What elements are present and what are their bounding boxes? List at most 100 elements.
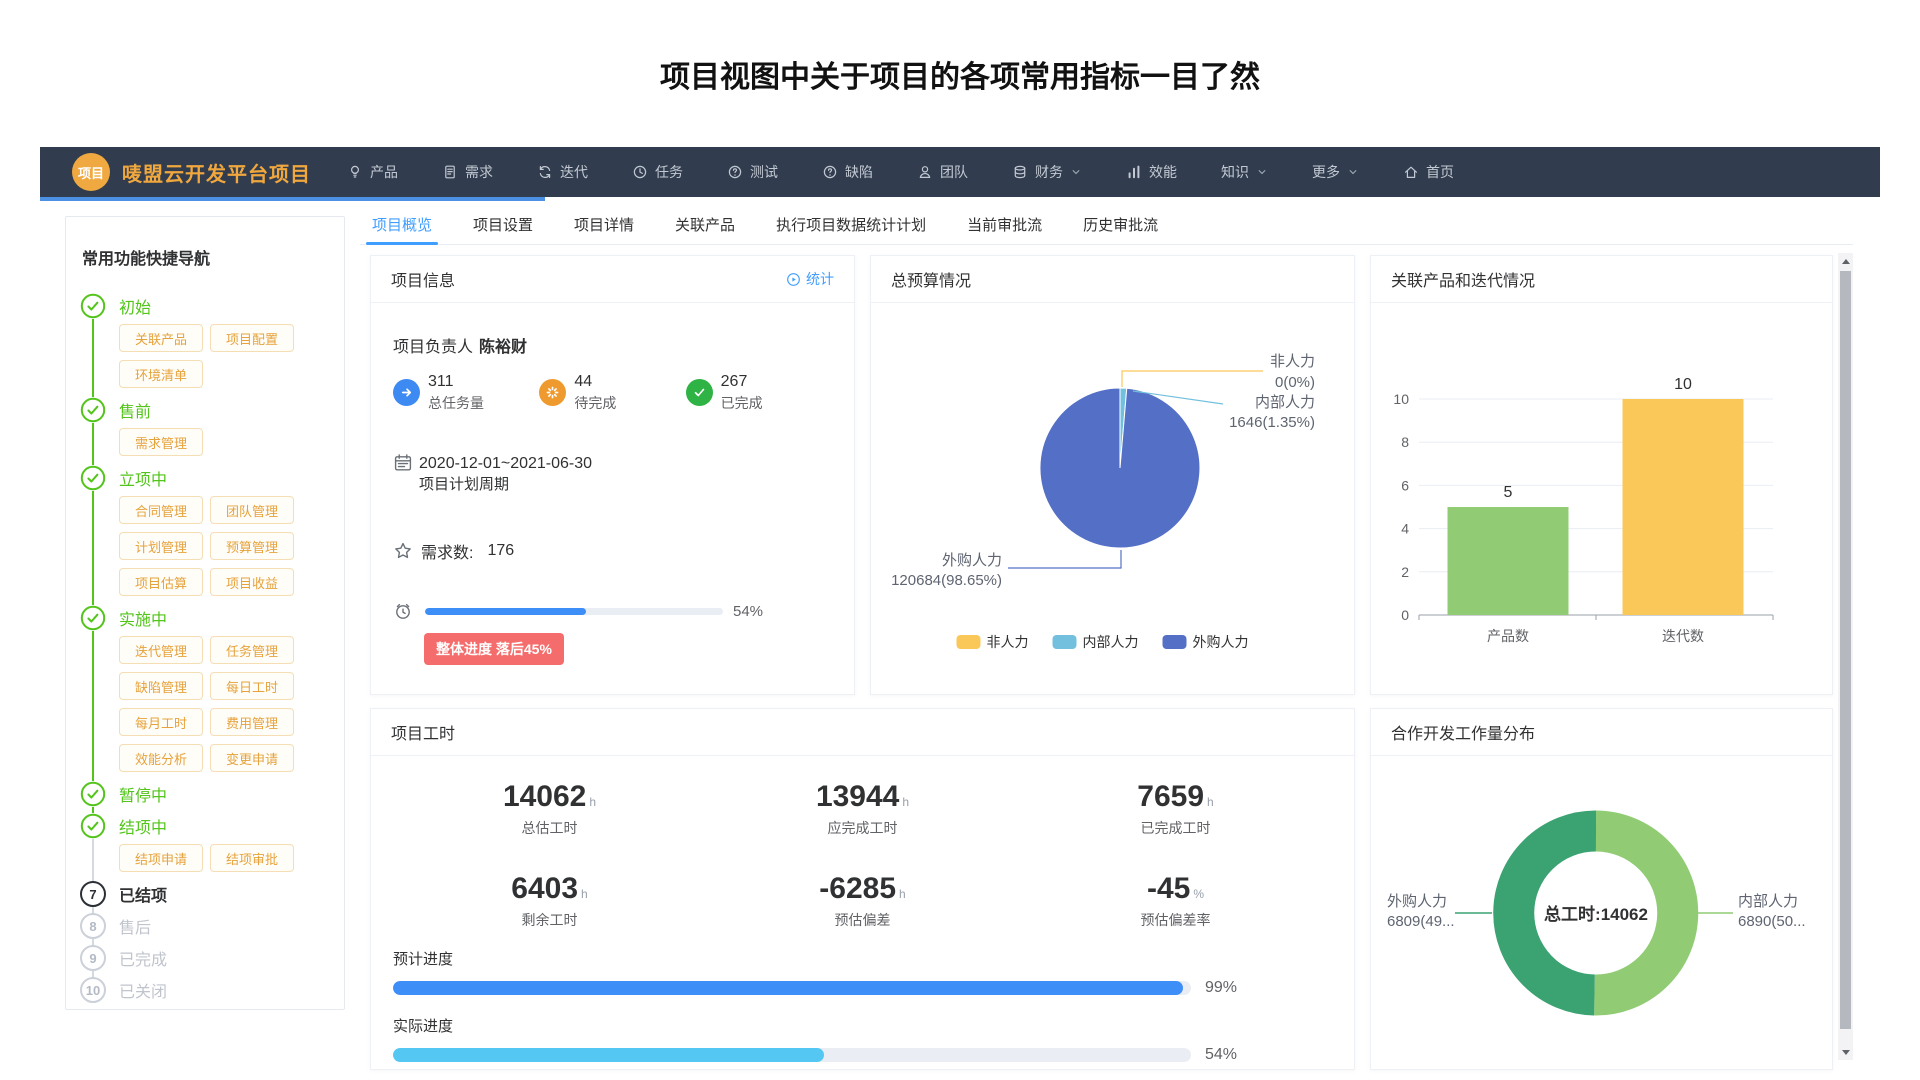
nav-item-team[interactable]: 团队 <box>917 162 968 182</box>
quick-button[interactable]: 迭代管理 <box>119 636 203 664</box>
stage-label: 已结项 <box>119 882 167 906</box>
question-circle-icon <box>727 164 743 180</box>
nav-item-product[interactable]: 产品 <box>347 162 398 182</box>
quick-button[interactable]: 需求管理 <box>119 428 203 456</box>
hours-stat: 14062h总估工时 <box>393 780 706 838</box>
hours-label: 应完成工时 <box>706 818 1019 838</box>
tab-data-statistics-plan[interactable]: 执行项目数据统计计划 <box>776 214 926 244</box>
quick-button[interactable]: 预算管理 <box>210 532 294 560</box>
nav-item-finance[interactable]: 财务 <box>1012 162 1082 182</box>
svg-text:0: 0 <box>1401 607 1409 623</box>
card-title: 关联产品和迭代情况 <box>1391 267 1535 291</box>
relation-card-header: 关联产品和迭代情况 <box>1371 256 1832 303</box>
project-logo-badge: 项目 <box>72 153 110 191</box>
overall-progress-percent: 54% <box>733 603 763 620</box>
star-icon <box>393 541 413 561</box>
tab-current-approval-flow[interactable]: 当前审批流 <box>967 214 1042 244</box>
quick-button[interactable]: 任务管理 <box>210 636 294 664</box>
project-info-body: 项目负责人陈裕财 311总任务量44待完成267已完成 2020-12-01~2… <box>371 333 854 665</box>
tab-details[interactable]: 项目详情 <box>574 214 634 244</box>
brand-title: 唛盟云开发平台项目 <box>122 158 311 187</box>
stage-number-circle: 7 <box>80 881 106 907</box>
quick-button[interactable]: 环境清单 <box>119 360 203 388</box>
stage-label: 实施中 <box>119 606 167 630</box>
tab-settings[interactable]: 项目设置 <box>473 214 533 244</box>
database-icon <box>1012 164 1028 180</box>
stage-label: 暂停中 <box>119 782 167 806</box>
quick-button[interactable]: 结项申请 <box>119 844 203 872</box>
nav-item-label: 任务 <box>655 162 683 182</box>
card-title: 项目信息 <box>391 267 455 291</box>
work-hours-stats-grid: 14062h总估工时13944h应完成工时7659h已完成工时6403h剩余工时… <box>393 780 1332 930</box>
vertical-scrollbar[interactable] <box>1838 253 1853 1060</box>
nav-item-iteration[interactable]: 迭代 <box>537 162 588 182</box>
home-icon <box>1403 164 1419 180</box>
quick-button[interactable]: 合同管理 <box>119 496 203 524</box>
quick-button[interactable]: 每日工时 <box>210 672 294 700</box>
hours-stat: 7659h已完成工时 <box>1019 780 1332 838</box>
nav-item-label: 迭代 <box>560 162 588 182</box>
nav-item-performance[interactable]: 效能 <box>1126 162 1177 182</box>
top-navbar: 项目 唛盟云开发平台项目 产品 需求 迭代 任务 测试 缺陷 团队 财务 效能 知识 更多 首页 <box>40 147 1880 197</box>
project-info-header: 项目信息 统计 <box>371 256 854 303</box>
play-circle-icon <box>786 272 801 287</box>
quick-button[interactable]: 每月工时 <box>119 708 203 736</box>
task-stat: 311总任务量 <box>393 373 539 413</box>
quick-button[interactable]: 缺陷管理 <box>119 672 203 700</box>
quick-button[interactable]: 结项审批 <box>210 844 294 872</box>
nav-item-home[interactable]: 首页 <box>1403 162 1454 182</box>
nav-item-label: 缺陷 <box>845 162 873 182</box>
svg-text:10: 10 <box>1674 376 1692 393</box>
tab-history-approval-flow[interactable]: 历史审批流 <box>1083 214 1158 244</box>
svg-text:总工时:14062: 总工时:14062 <box>1544 904 1648 924</box>
plan-period-label: 项目计划周期 <box>419 474 592 495</box>
brand[interactable]: 项目 唛盟云开发平台项目 <box>72 153 311 191</box>
nav-item-knowledge[interactable]: 知识 <box>1221 162 1268 182</box>
statistics-link-label: 统计 <box>806 269 834 289</box>
quick-button[interactable]: 项目配置 <box>210 324 294 352</box>
quick-button[interactable]: 效能分析 <box>119 744 203 772</box>
stage-label: 售前 <box>119 398 151 422</box>
demand-count-row: 需求数: 176 <box>393 539 832 563</box>
stage-label: 售后 <box>119 914 151 938</box>
scroll-up-arrow-icon[interactable] <box>1838 253 1853 269</box>
budget-card-header: 总预算情况 <box>871 256 1354 303</box>
nav-item-label: 知识 <box>1221 162 1249 182</box>
progress-track <box>393 1048 1191 1062</box>
stage-quick-buttons: 结项申请结项审批 <box>119 844 332 872</box>
nav-item-requirement[interactable]: 需求 <box>442 162 493 182</box>
nav-item-task[interactable]: 任务 <box>632 162 683 182</box>
navbar-active-underline <box>40 197 545 201</box>
progress-row: 实际进度54% <box>393 1015 1332 1064</box>
quick-button[interactable]: 费用管理 <box>210 708 294 736</box>
card-title: 合作开发工作量分布 <box>1391 720 1535 744</box>
quick-button[interactable]: 项目收益 <box>210 568 294 596</box>
statistics-link[interactable]: 统计 <box>786 269 834 289</box>
hours-unit: h <box>589 795 596 809</box>
stat-value: 311 <box>428 373 484 391</box>
nav-item-defect[interactable]: 缺陷 <box>822 162 873 182</box>
svg-text:内部人力: 内部人力 <box>1083 634 1139 650</box>
quick-button[interactable]: 关联产品 <box>119 324 203 352</box>
nav-item-test[interactable]: 测试 <box>727 162 778 182</box>
arrow-right-circle-icon <box>393 379 420 406</box>
quick-button[interactable]: 计划管理 <box>119 532 203 560</box>
nav-item-more[interactable]: 更多 <box>1312 162 1359 182</box>
quick-button[interactable]: 项目估算 <box>119 568 203 596</box>
tab-related-products[interactable]: 关联产品 <box>675 214 735 244</box>
stage-number-circle: 9 <box>80 945 106 971</box>
scroll-down-arrow-icon[interactable] <box>1838 1044 1853 1060</box>
tab-overview[interactable]: 项目概览 <box>372 214 432 244</box>
svg-text:6809(49...: 6809(49... <box>1387 913 1455 930</box>
scrollbar-thumb[interactable] <box>1840 271 1851 1029</box>
stage-row-3: 立项中 <box>80 463 332 493</box>
workload-distribution-card: 合作开发工作量分布 外购人力6809(49...内部人力6890(50...总工… <box>1370 708 1833 1070</box>
chevron-down-icon <box>1070 166 1082 178</box>
quick-button[interactable]: 变更申请 <box>210 744 294 772</box>
hours-value: -6285 <box>819 872 896 905</box>
card-title: 项目工时 <box>391 720 455 744</box>
stat-label: 已完成 <box>721 393 763 413</box>
svg-text:迭代数: 迭代数 <box>1662 628 1704 644</box>
quick-button[interactable]: 团队管理 <box>210 496 294 524</box>
owner-label: 项目负责人 <box>393 339 473 356</box>
